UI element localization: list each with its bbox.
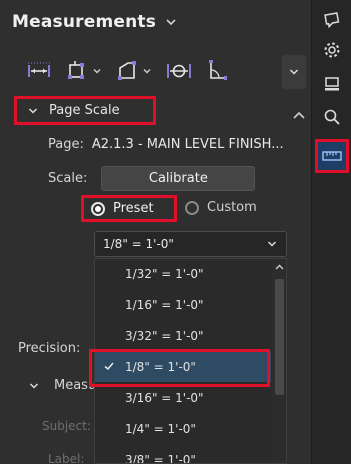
chevron-down-icon[interactable]	[164, 15, 178, 29]
section-title: Page Scale	[49, 103, 120, 118]
chevron-down-icon[interactable]	[92, 66, 102, 76]
custom-radio-option[interactable]: Custom	[185, 200, 257, 215]
page-row: Page: A2.1.3 - MAIN LEVEL FINISH...	[48, 137, 284, 152]
scale-select[interactable]: 1/8" = 1'-0"	[94, 231, 287, 257]
dropdown-option[interactable]: 1/4" = 1'-0"	[95, 413, 271, 444]
comment-button[interactable]	[322, 10, 342, 30]
panel-header[interactable]: Measurements	[12, 12, 178, 32]
count-tool-button[interactable]	[162, 55, 196, 87]
polylength-tool-button[interactable]	[62, 55, 106, 87]
more-tools-button[interactable]	[282, 55, 306, 89]
dropdown-option-label: 3/32" = 1'-0"	[125, 328, 204, 343]
preset-radio-option[interactable]: Preset	[81, 195, 177, 222]
calibrate-button[interactable]: Calibrate	[101, 166, 256, 191]
page-value: A2.1.3 - MAIN LEVEL FINISH...	[91, 137, 284, 152]
chevron-down-icon	[29, 382, 39, 389]
chevron-down-icon	[289, 69, 299, 75]
preset-radio[interactable]	[91, 201, 105, 216]
count-icon	[167, 64, 191, 78]
dropdown-option-label: 3/8" = 1'-0"	[125, 452, 196, 464]
measurements-tool-button[interactable]	[315, 139, 349, 173]
angle-icon	[209, 60, 227, 80]
panel-title: Measurements	[12, 12, 157, 32]
right-tool-rail	[311, 0, 351, 464]
preset-label: Preset	[113, 201, 154, 216]
chevron-down-icon	[28, 107, 38, 114]
monitor-icon	[325, 77, 339, 91]
precision-label: Precision:	[18, 341, 81, 356]
scale-row: Scale: Calibrate	[48, 166, 256, 191]
scroll-up-icon[interactable]	[291, 108, 307, 124]
angle-tool-button[interactable]	[202, 55, 232, 87]
dropdown-option-label: 3/16" = 1'-0"	[125, 390, 204, 405]
chevron-down-icon	[267, 241, 277, 247]
dropdown-scrollbar[interactable]	[272, 259, 286, 463]
measurements-panel: Measurements Page Scale Page: A2.1.3 - M…	[0, 0, 311, 464]
settings-button[interactable]	[322, 40, 342, 60]
subject-label: Subject:	[42, 419, 91, 433]
dropdown-option[interactable]: 1/32" = 1'-0"	[95, 259, 271, 289]
display-button[interactable]	[322, 74, 342, 94]
custom-radio[interactable]	[185, 200, 199, 215]
dropdown-option[interactable]: 3/8" = 1'-0"	[95, 444, 271, 464]
dropdown-option[interactable]: 1/16" = 1'-0"	[95, 289, 271, 320]
measurement-section-header[interactable]: Measu	[28, 378, 96, 393]
dropdown-option-label: 1/32" = 1'-0"	[125, 266, 204, 281]
comment-icon	[324, 12, 340, 29]
dropdown-option-label: 1/4" = 1'-0"	[125, 421, 196, 436]
settings-icon	[324, 42, 340, 58]
measure-toolbar	[22, 55, 232, 87]
chevron-down-icon[interactable]	[142, 66, 152, 76]
scale-select-value: 1/8" = 1'-0"	[103, 237, 174, 251]
search-button[interactable]	[322, 107, 342, 127]
search-icon	[324, 109, 340, 125]
ruler-icon	[322, 151, 342, 161]
dropdown-option[interactable]: 3/32" = 1'-0"	[95, 320, 271, 351]
chevron-up-icon[interactable]	[274, 262, 285, 273]
page-scale-section-header[interactable]: Page Scale	[14, 96, 156, 125]
dropdown-option-label: 1/16" = 1'-0"	[125, 297, 204, 312]
scale-label: Scale:	[48, 171, 88, 186]
area-icon	[118, 61, 136, 80]
label-label: Label:	[48, 452, 85, 464]
polylength-icon	[68, 61, 84, 79]
area-tool-button[interactable]	[112, 55, 156, 87]
selected-option-highlight	[89, 349, 270, 387]
length-tool-button[interactable]	[22, 55, 56, 87]
scrollbar-thumb[interactable]	[275, 279, 284, 395]
page-label: Page:	[48, 137, 84, 152]
length-measure-icon	[28, 62, 50, 77]
custom-label: Custom	[207, 200, 257, 215]
